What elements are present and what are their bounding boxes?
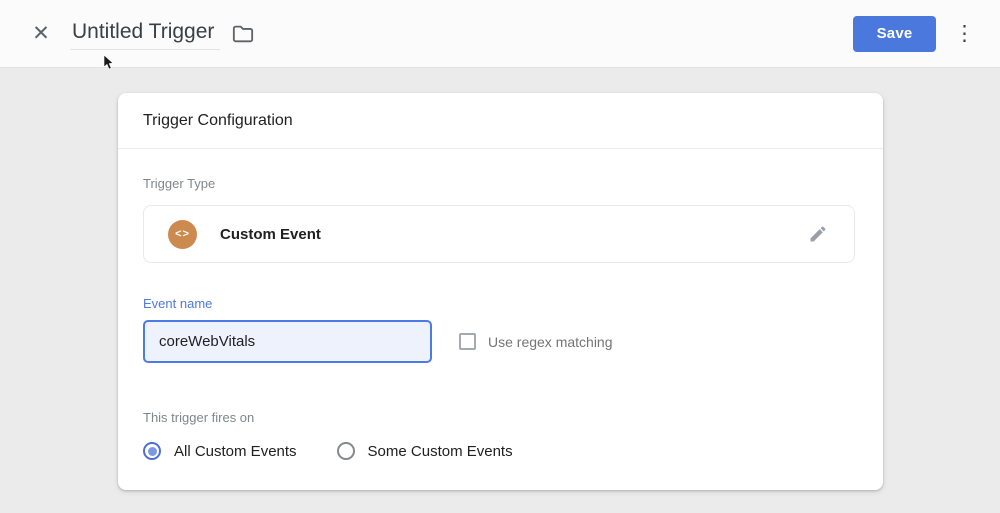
card-header: Trigger Configuration [118,93,883,149]
card-body: Trigger Type <> Custom Event Event name … [118,149,883,460]
event-name-input[interactable] [143,320,432,363]
radio-icon[interactable] [143,442,161,460]
radio-all-custom-events-label: All Custom Events [174,442,297,460]
fires-on-section: This trigger fires on All Custom Events … [143,410,855,460]
regex-checkbox[interactable] [459,333,476,350]
card-title: Trigger Configuration [143,111,293,129]
trigger-type-value: Custom Event [220,225,321,243]
event-name-label: Event name [143,296,213,311]
trigger-type-label: Trigger Type [143,176,216,191]
more-options-icon[interactable]: ⋮ [954,21,975,47]
trigger-configuration-card: Trigger Configuration Trigger Type <> Cu… [118,93,883,490]
close-icon[interactable]: ✕ [29,22,53,46]
regex-checkbox-row[interactable]: Use regex matching [459,333,613,350]
trigger-type-box[interactable]: <> Custom Event [143,205,855,263]
radio-icon[interactable] [336,442,355,460]
radio-some-custom-events[interactable]: Some Custom Events [336,442,513,460]
regex-checkbox-label: Use regex matching [488,333,613,350]
event-name-section: Event name Use regex matching [143,296,855,363]
edit-pencil-icon[interactable] [808,224,828,244]
radio-all-custom-events[interactable]: All Custom Events [143,442,297,460]
radio-some-custom-events-label: Some Custom Events [367,442,513,460]
fires-on-label: This trigger fires on [143,410,255,425]
save-button[interactable]: Save [853,15,936,52]
custom-event-icon: <> [168,219,197,249]
trigger-title-input[interactable]: Untitled Trigger [70,18,221,50]
folder-icon[interactable] [230,21,256,47]
top-bar: ✕ Untitled Trigger Save ⋮ [0,0,1000,68]
